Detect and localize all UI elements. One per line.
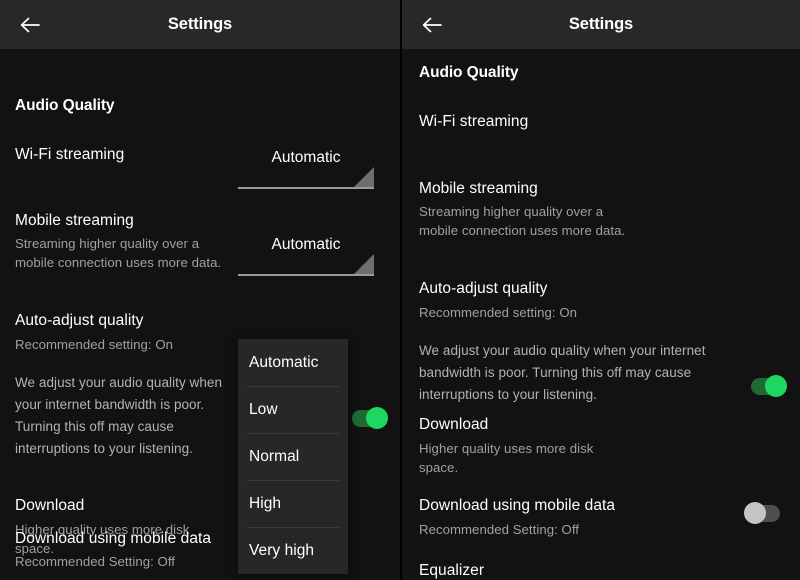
left-content: Audio Quality Wi-Fi streaming Automatic … <box>0 49 400 580</box>
dropdown-option-high[interactable]: High <box>238 480 348 527</box>
dropdown-option-low[interactable]: Low <box>238 386 348 433</box>
page-title: Settings <box>167 15 233 33</box>
setting-label-mobile-streaming: Mobile streaming <box>419 180 538 197</box>
spinner-triangle-icon <box>354 167 374 187</box>
setting-label-mobile-streaming: Mobile streaming <box>15 212 134 229</box>
toggle-thumb <box>765 375 787 397</box>
spinner-underline <box>238 274 374 276</box>
setting-label-auto-adjust-quality: Auto-adjust quality <box>15 312 144 329</box>
page-title: Settings <box>568 15 634 33</box>
download-mobile-data-toggle[interactable] <box>744 502 784 524</box>
dropdown-option-automatic[interactable]: Automatic <box>238 339 348 386</box>
setting-sub-download-mobile-data: Recommended Setting: Off <box>15 554 176 569</box>
dropdown-option-normal[interactable]: Normal <box>238 433 348 480</box>
toggle-thumb <box>744 502 766 524</box>
setting-sub-download: Higher quality uses more disk space. <box>419 441 594 475</box>
settings-screenshot: Settings Audio Quality Wi-Fi streaming A… <box>0 0 800 580</box>
auto-adjust-description: We adjust your audio quality when your i… <box>419 343 706 402</box>
setting-sub-mobile-streaming: Streaming higher quality over a mobile c… <box>15 236 222 270</box>
setting-label-download: Download <box>419 416 489 433</box>
back-button[interactable] <box>10 0 50 49</box>
section-title-audio-quality: Audio Quality <box>15 97 115 114</box>
back-arrow-icon <box>18 14 42 36</box>
left-appbar: Settings <box>0 0 400 49</box>
wifi-streaming-spinner[interactable]: Automatic <box>238 149 374 189</box>
setting-label-wifi-streaming: Wi-Fi streaming <box>419 113 529 130</box>
back-button[interactable] <box>412 0 452 49</box>
left-panel: Settings Audio Quality Wi-Fi streaming A… <box>0 0 400 580</box>
auto-adjust-description: We adjust your audio quality when your i… <box>15 375 223 456</box>
right-panel: Settings Audio Quality Wi-Fi streaming A… <box>402 0 800 580</box>
setting-label-equalizer: Equalizer <box>419 562 485 579</box>
setting-label-download: Download <box>15 497 85 514</box>
section-title-audio-quality: Audio Quality <box>419 64 519 81</box>
setting-label-download-mobile-data: Download using mobile data <box>15 530 212 547</box>
setting-label-wifi-streaming: Wi-Fi streaming <box>15 146 125 163</box>
setting-sub-download-mobile-data: Recommended Setting: Off <box>419 522 580 537</box>
right-content: Audio Quality Wi-Fi streaming Automatic … <box>402 49 800 580</box>
spinner-underline <box>238 187 374 189</box>
quality-dropdown-menu[interactable]: Automatic Low Normal High Very high <box>238 339 348 574</box>
setting-label-download-mobile-data: Download using mobile data <box>419 497 616 514</box>
right-appbar: Settings <box>402 0 800 49</box>
dropdown-option-very-high[interactable]: Very high <box>238 527 348 574</box>
back-arrow-icon <box>420 14 444 36</box>
setting-sub-auto-adjust-quality: Recommended setting: On <box>419 305 578 320</box>
toggle-thumb <box>366 407 388 429</box>
setting-sub-auto-adjust-quality: Recommended setting: On <box>15 337 174 352</box>
setting-sub-mobile-streaming: Streaming higher quality over a mobile c… <box>419 204 626 238</box>
spinner-triangle-icon <box>354 254 374 274</box>
mobile-streaming-spinner[interactable]: Automatic <box>238 236 374 276</box>
auto-adjust-quality-toggle[interactable] <box>747 375 787 397</box>
auto-adjust-quality-toggle[interactable] <box>348 407 388 429</box>
setting-label-auto-adjust-quality: Auto-adjust quality <box>419 280 548 297</box>
